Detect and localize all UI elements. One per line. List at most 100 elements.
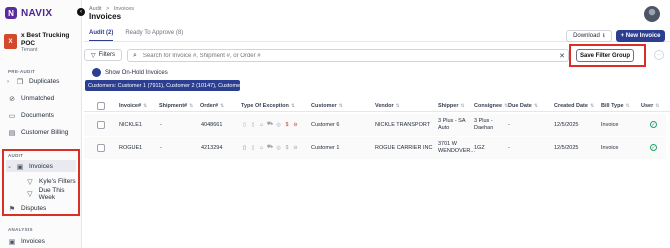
cell-consignee: 3 Plus - Daehan [474,118,493,131]
user-assigned-icon[interactable]: ✓ [650,121,657,128]
chevron-left-icon: ‹ [80,9,82,15]
weight-exception-icon[interactable]: ⊖ [292,121,299,128]
shipper-line2: WENDOVER... [438,147,475,154]
cell-created-date: 12/5/2025 [554,122,579,128]
search-input[interactable] [142,52,543,59]
cell-invoice[interactable]: NICKLE1 [119,122,142,129]
sidebar-item-invoices[interactable]: ⌄ ▣ Invoices [7,161,53,172]
column-header-due-date[interactable]: Due Date ⇅ [508,103,538,109]
app-logo[interactable]: N NAVIX [5,7,52,19]
document-exception-icon[interactable]: ▯ [241,144,248,151]
search-icon: ⌕ [133,51,137,59]
download-icon: ⭳ [602,33,605,39]
column-header-order[interactable]: Order# ⇅ [200,103,224,109]
sidebar-item-duplicates[interactable]: › ❐ Duplicates [7,76,59,87]
download-label: Download [573,33,600,39]
dollar-exception-icon[interactable]: $ [284,121,291,128]
user-exception-icon[interactable]: ☺ [258,144,265,151]
sidebar-subitem-due-this-week[interactable]: ▽ Due This Week [26,187,81,201]
cell-invoice[interactable]: ROGUE1 [119,145,142,152]
cell-created-date: 12/5/2025 [554,145,579,151]
save-filter-group-button[interactable]: Save Filter Group [576,49,634,62]
location-exception-icon[interactable]: ◎ [275,121,282,128]
cell-consignee: 1GZ [474,145,485,152]
tenant-switcher[interactable]: X x Best Trucking POC Tenant [4,32,69,53]
chevron-right-icon[interactable]: › [7,79,11,85]
new-invoice-button[interactable]: + New Invoice [616,30,665,42]
column-header-shipment[interactable]: Shipment# ⇅ [159,103,193,109]
page-title: Invoices [89,12,122,21]
exception-icons: ▯ ▯ ☺ ⛟ ◎ $ ⊖ [241,144,299,151]
shipper-line2: Auto [438,124,450,131]
filter-icon: ▽ [27,178,33,186]
cell-shipment: - [160,145,162,151]
column-header-shipper[interactable]: Shipper ⇅ [438,103,465,109]
truck-exception-icon[interactable]: ⛟ [267,144,274,151]
invoice-icon: ▣ [16,163,24,171]
column-header-customer[interactable]: Customer ⇅ [311,103,343,109]
tab-ready-to-approve[interactable]: Ready To Approve (8) [125,30,183,41]
column-header-consignee[interactable]: Consignee ⇅ [474,103,508,109]
dollar-exception-icon[interactable]: $ [284,144,291,151]
table-row[interactable]: ROGUE1 - 4213294 ▯ ▯ ☺ ⛟ ◎ $ ⊖ Customer … [84,137,666,159]
column-header-label: Invoice# [119,103,142,109]
column-header-user[interactable]: User ⇅ [641,103,659,109]
sort-icon: ⇅ [655,103,660,109]
filter-icon: ▽ [27,190,33,198]
user-assigned-icon[interactable]: ✓ [650,144,657,151]
row-checkbox[interactable] [97,121,105,129]
filter-icon: ▽ [91,52,96,59]
chevron-down-icon[interactable]: ⌄ [7,163,12,170]
document-exception-icon[interactable]: ▯ [241,121,248,128]
consignee-line1: 3 Plus - [474,118,493,124]
column-header-bill-type[interactable]: Bill Type ⇅ [601,103,630,109]
search-bar: ⌕ ✕ [127,49,569,62]
user-exception-icon[interactable]: ☺ [258,121,265,128]
column-header-label: Shipper [438,103,459,109]
sidebar-item-label: Invoices [21,238,45,245]
sidebar-item-disputes[interactable]: ⚑ Disputes [8,203,46,214]
document-exception-icon[interactable]: ▯ [250,144,257,151]
collapse-sidebar-button[interactable]: ‹ [77,8,85,16]
column-header-label: Vendor [375,103,394,109]
cell-order: 4213294 [201,145,223,151]
more-options-icon[interactable]: ⋯ [654,50,664,60]
sidebar-subitem-kyles-filters[interactable]: ▽ Kyle's Filters [26,176,75,187]
sidebar-item-customer-billing[interactable]: ▤ Customer Billing [8,127,69,138]
show-on-hold-toggle[interactable] [92,68,101,77]
table-row[interactable]: NICKLE1 - 4048661 ▯ ▯ ☺ ⛟ ◎ $ ⊖ Customer… [84,114,666,136]
document-exception-icon[interactable]: ▯ [250,121,257,128]
cell-due-date: - [508,145,510,151]
column-header-label: Shipment# [159,103,188,109]
show-on-hold-toggle-row: Show On-Hold Invoices [92,68,168,77]
location-exception-icon[interactable]: ◎ [275,144,282,151]
active-filter-chip[interactable]: Customers: Customer 1 (7911), Customer 2… [85,80,240,91]
user-avatar[interactable] [644,6,660,22]
column-header-created-date[interactable]: Created Date ⇅ [554,103,594,109]
flag-icon: ⚑ [8,205,16,213]
column-header-label: Created Date [554,103,588,109]
weight-exception-icon[interactable]: ⊖ [292,144,299,151]
sidebar-item-label: Unmatched [21,95,55,102]
tab-audit[interactable]: Audit (2) [89,30,114,41]
select-all-checkbox[interactable] [97,102,105,110]
cell-bill-type: Invoice [601,145,619,151]
column-header-invoice[interactable]: Invoice# ⇅ [119,103,147,109]
sidebar-item-documents[interactable]: ▭ Documents [8,110,54,121]
sidebar-item-label: Invoices [29,163,53,170]
column-header-label: Type Of Exception [241,103,289,109]
column-header-label: User [641,103,654,109]
sort-icon: ⇅ [338,103,343,109]
sidebar-item-unmatched[interactable]: ⊘ Unmatched [8,93,54,104]
cell-order: 4048661 [201,122,223,128]
download-button[interactable]: Download ⭳ [566,30,612,42]
filters-button[interactable]: ▽ Filters [84,49,122,61]
column-header-vendor[interactable]: Vendor ⇅ [375,103,400,109]
row-checkbox[interactable] [97,144,105,152]
sidebar-item-analysis-invoices[interactable]: ▣ Invoices [8,236,45,247]
clear-search-icon[interactable]: ✕ [559,52,565,60]
truck-exception-icon[interactable]: ⛟ [267,121,274,128]
cell-shipper: 3 Plus - SA Auto [438,118,466,131]
cell-customer: Customer 1 [311,145,340,151]
column-header-exception[interactable]: Type Of Exception ⇅ [241,103,295,109]
